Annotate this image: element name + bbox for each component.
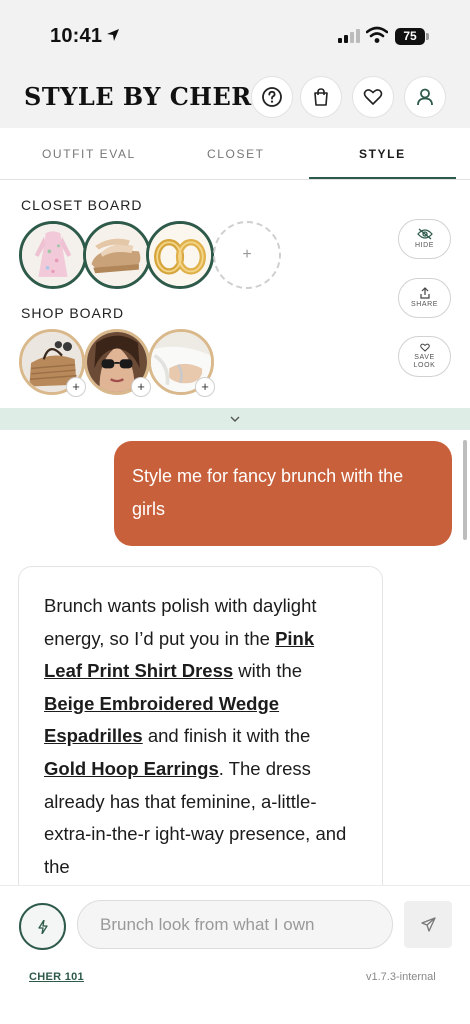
quick-actions-button[interactable] bbox=[19, 903, 66, 950]
shopping-bag-icon bbox=[314, 88, 328, 106]
chat-scrollbar[interactable] bbox=[463, 440, 467, 540]
user-icon bbox=[417, 88, 433, 106]
battery-icon: 75 bbox=[395, 28, 425, 45]
save-look-button[interactable]: SAVE LOOK bbox=[398, 336, 451, 377]
chevron-down-icon bbox=[230, 416, 240, 422]
heart-outline-icon bbox=[419, 343, 430, 352]
closet-item-espadrilles[interactable] bbox=[83, 221, 151, 289]
assistant-text: with the bbox=[233, 660, 303, 682]
share-label: SHARE bbox=[410, 301, 439, 308]
assistant-text: and finish it with the bbox=[142, 725, 311, 747]
active-tab-indicator bbox=[309, 177, 456, 179]
dress-image bbox=[22, 224, 84, 286]
send-icon bbox=[420, 917, 436, 932]
closet-item-dress[interactable] bbox=[19, 221, 87, 289]
closet-board-label: CLOSET BOARD bbox=[21, 197, 143, 213]
heart-icon bbox=[363, 89, 383, 105]
add-closet-item-button[interactable]: + bbox=[213, 221, 281, 289]
help-icon bbox=[262, 87, 282, 107]
hide-label: HIDE bbox=[414, 242, 435, 249]
assistant-message-bubble: Brunch wants polish with daylight energy… bbox=[18, 566, 383, 885]
location-arrow-icon bbox=[107, 29, 119, 41]
battery-nub bbox=[426, 33, 429, 40]
tab-style[interactable]: STYLE bbox=[359, 147, 406, 161]
collapse-boards-toggle[interactable] bbox=[0, 408, 470, 430]
wifi-icon bbox=[366, 26, 388, 43]
help-button[interactable] bbox=[251, 76, 293, 118]
favorites-button[interactable] bbox=[352, 76, 394, 118]
app-version: v1.7.3-internal bbox=[366, 971, 436, 983]
footer: CHER 101 v1.7.3-internal bbox=[0, 967, 470, 1024]
bolt-icon bbox=[37, 919, 48, 934]
cher-101-link[interactable]: CHER 101 bbox=[29, 971, 84, 983]
app-title: STYLE BY CHER bbox=[24, 82, 252, 111]
eye-off-icon bbox=[416, 228, 433, 240]
status-time: 10:41 bbox=[50, 25, 103, 47]
tab-bar: OUTFIT EVAL CLOSET STYLE bbox=[0, 128, 470, 180]
message-input[interactable] bbox=[77, 900, 393, 949]
status-bar: 10:41 75 bbox=[0, 0, 470, 66]
espadrilles-image bbox=[86, 224, 148, 286]
user-message-bubble: Style me for fancy brunch with the girls bbox=[114, 441, 452, 546]
profile-button[interactable] bbox=[404, 76, 446, 118]
tab-closet[interactable]: CLOSET bbox=[207, 147, 265, 161]
share-icon bbox=[419, 287, 430, 299]
message-composer bbox=[0, 885, 470, 967]
closet-item-earrings[interactable] bbox=[146, 221, 214, 289]
share-button[interactable]: SHARE bbox=[398, 278, 451, 318]
shop-item-add-button[interactable]: + bbox=[66, 377, 86, 397]
shop-board-label: SHOP BOARD bbox=[21, 305, 125, 321]
tab-outfit-eval[interactable]: OUTFIT EVAL bbox=[42, 147, 136, 161]
hide-button[interactable]: HIDE bbox=[398, 219, 451, 259]
signal-icon bbox=[338, 29, 360, 43]
earrings-image bbox=[149, 224, 211, 286]
save-look-label: SAVE LOOK bbox=[413, 354, 436, 369]
shopping-bag-button[interactable] bbox=[300, 76, 342, 118]
shop-item-add-button[interactable]: + bbox=[131, 377, 151, 397]
product-link-earrings[interactable]: Gold Hoop Earrings bbox=[44, 758, 219, 779]
send-button[interactable] bbox=[404, 901, 452, 948]
chat-thread[interactable]: Style me for fancy brunch with the girls… bbox=[0, 430, 470, 885]
shop-item-add-button[interactable]: + bbox=[195, 377, 215, 397]
app-header: STYLE BY CHER bbox=[0, 66, 470, 128]
